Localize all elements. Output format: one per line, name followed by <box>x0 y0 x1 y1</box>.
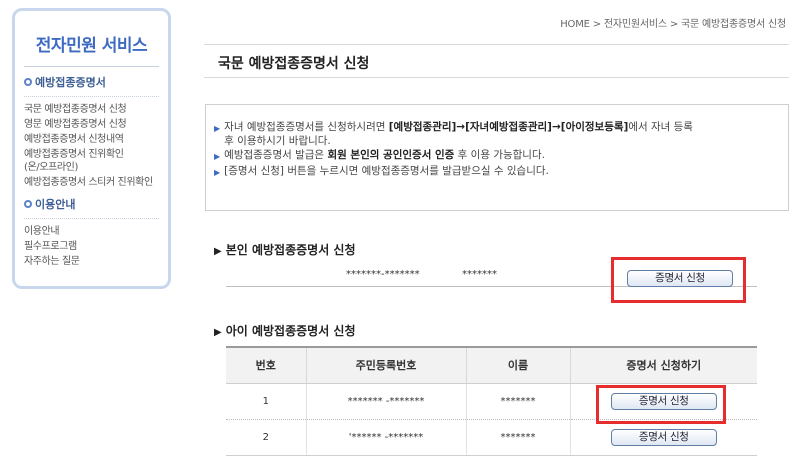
breadcrumb: HOME > 전자민원서비스 > 국문 예방접종증명서 신청 <box>560 19 786 30</box>
sidebar-heading: 이용안내 <box>35 198 76 211</box>
info-line: ▶ [증명서 신청] 버튼을 누르시면 예방접종증명서를 발급받으실 수 있습니… <box>214 164 778 180</box>
sidebar-item-required-programs[interactable]: 필수프로그램 <box>24 240 159 253</box>
table-header-request: 증명서 신청하기 <box>569 346 757 384</box>
sidebar-item-faq[interactable]: 자주하는 질문 <box>24 255 159 268</box>
self-section-title: ▶ 본인 예방접종증명서 신청 <box>214 243 356 257</box>
row-rrn: '****** -******* <box>305 419 466 456</box>
info-box: ▶ 자녀 예방접종증명서를 신청하시려면 [예방접종관리]→[자녀예방접종관리]… <box>205 104 789 211</box>
arrow-bullet-icon: ▶ <box>214 124 221 133</box>
highlight-box <box>596 385 726 424</box>
sidebar-heading: 예방접종증명서 <box>35 76 106 89</box>
highlight-box <box>611 257 746 303</box>
table-header-rrn: 주민등록번호 <box>305 346 466 384</box>
row-number: 1 <box>226 383 306 420</box>
triangle-bullet-icon: ▶ <box>214 246 222 257</box>
circle-bullet-icon <box>24 200 32 208</box>
sidebar-item-request-history[interactable]: 예방접종증명서 신청내역 <box>24 133 159 146</box>
row-name: ******* <box>465 383 570 420</box>
sidebar-section-guide: 이용안내 이용안내 필수프로그램 자주하는 질문 <box>24 196 159 268</box>
row-name: ******* <box>465 419 570 456</box>
sidebar-section-certificate: 예방접종증명서 국문 예방접종증명서 신청 영문 예방접종증명서 신청 예방접종… <box>24 74 159 189</box>
info-line: ▶ 예방접종증명서 발급은 회원 본인의 공인인증서 인증 후 이용 가능합니다… <box>214 148 778 164</box>
info-emphasis: 회원 본인의 공인인증서 인증 <box>327 149 455 161</box>
sidebar-item-authenticity-check[interactable]: 예방접종증명서 진위확인 (온/오프라인) <box>24 148 159 174</box>
info-text: 에서 자녀 등록 <box>628 121 693 133</box>
arrow-bullet-icon: ▶ <box>214 152 221 161</box>
page-title: 국문 예방접종증명서 신청 <box>204 44 789 78</box>
info-text: 예방접종증명서 발급은 <box>224 149 328 161</box>
sidebar-title: 전자민원 서비스 <box>24 19 159 67</box>
sidebar-item-sticker-check[interactable]: 예방접종증명서 스티커 진위확인 <box>24 176 159 189</box>
table-header-name: 이름 <box>465 346 570 384</box>
row-number: 2 <box>226 419 306 456</box>
self-rrn: *******-******* <box>346 269 420 280</box>
circle-bullet-icon <box>24 78 32 86</box>
sidebar-item-korean-certificate[interactable]: 국문 예방접종증명서 신청 <box>24 103 159 116</box>
arrow-bullet-icon: ▶ <box>214 168 221 177</box>
table-header-number: 번호 <box>226 346 306 384</box>
info-text: [증명서 신청] 버튼을 누르시면 예방접종증명서를 발급받으실 수 있습니다. <box>224 165 549 177</box>
sidebar-item-english-certificate[interactable]: 영문 예방접종증명서 신청 <box>24 118 159 131</box>
child-certificate-request-button[interactable]: 증명서 신청 <box>610 428 717 446</box>
sidebar: 전자민원 서비스 예방접종증명서 국문 예방접종증명서 신청 영문 예방접종증명… <box>12 8 171 289</box>
info-text: 후 이용 가능합니다. <box>454 149 545 161</box>
info-text: 후 이용하시기 바랍니다. <box>224 135 331 147</box>
triangle-bullet-icon: ▶ <box>214 327 222 338</box>
row-rrn: ******* -******* <box>305 383 466 420</box>
info-text: 자녀 예방접종증명서를 신청하시려면 <box>224 121 389 133</box>
sidebar-item-usage-guide[interactable]: 이용안내 <box>24 225 159 238</box>
info-line: ▶ 자녀 예방접종증명서를 신청하시려면 [예방접종관리]→[자녀예방접종관리]… <box>214 120 778 148</box>
child-section-title: ▶ 아이 예방접종증명서 신청 <box>214 324 356 338</box>
info-path: [예방접종관리]→[자녀예방접종관리]→[아이정보등록] <box>388 121 629 133</box>
table-row: 2 '****** -******* ******* 증명서 신청 <box>226 419 757 456</box>
self-name: ******* <box>462 269 497 280</box>
